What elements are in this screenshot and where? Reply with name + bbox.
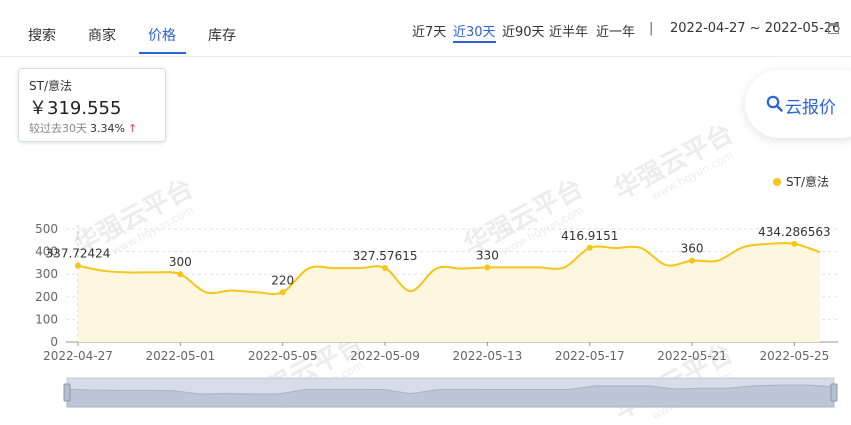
x-tick-label: 2022-05-25	[760, 349, 830, 363]
zoom-window	[67, 378, 834, 407]
watermark: 华强云平台www.hqyun.com	[609, 118, 738, 206]
data-point	[177, 271, 184, 278]
data-point	[75, 262, 81, 269]
y-tick-label: 300	[35, 267, 58, 281]
data-label: 360	[681, 242, 704, 256]
price-line-chart: 华强云平台www.hqyun.com 华强云平台www.hqyun.com华强云平…	[35, 118, 838, 425]
data-zoom-slider	[63, 377, 838, 408]
data-point	[382, 264, 389, 271]
data-label: 220	[271, 273, 294, 287]
x-tick-label: 2022-05-13	[453, 349, 523, 363]
x-tick-label: 2022-05-17	[555, 349, 625, 363]
x-tick-label: 2022-05-21	[657, 349, 727, 363]
data-point	[586, 244, 593, 251]
y-axis-labels: 0100200300400500	[35, 222, 58, 349]
x-tick-label: 2022-04-27	[43, 349, 113, 363]
x-tick-label: 2022-05-05	[248, 349, 318, 363]
zoom-handle-left[interactable]	[63, 383, 71, 402]
x-tick-label: 2022-05-01	[145, 349, 215, 363]
y-tick-label: 500	[35, 222, 58, 236]
data-label: 300	[169, 255, 192, 269]
data-label: 434.286563	[758, 225, 831, 239]
zoom-handle-right[interactable]	[830, 383, 838, 402]
data-label: 416.9151	[561, 229, 618, 243]
y-tick-label: 0	[50, 335, 58, 349]
data-point	[791, 240, 798, 247]
data-point	[484, 264, 491, 271]
data-label: 327.57615	[353, 249, 418, 263]
y-tick-label: 200	[35, 290, 58, 304]
x-tick-label: 2022-05-09	[350, 349, 420, 363]
data-point	[689, 257, 696, 264]
data-label: 330	[476, 248, 499, 262]
data-point	[279, 289, 286, 296]
y-tick-label: 100	[35, 312, 58, 326]
data-label: 337.72424	[46, 247, 111, 261]
